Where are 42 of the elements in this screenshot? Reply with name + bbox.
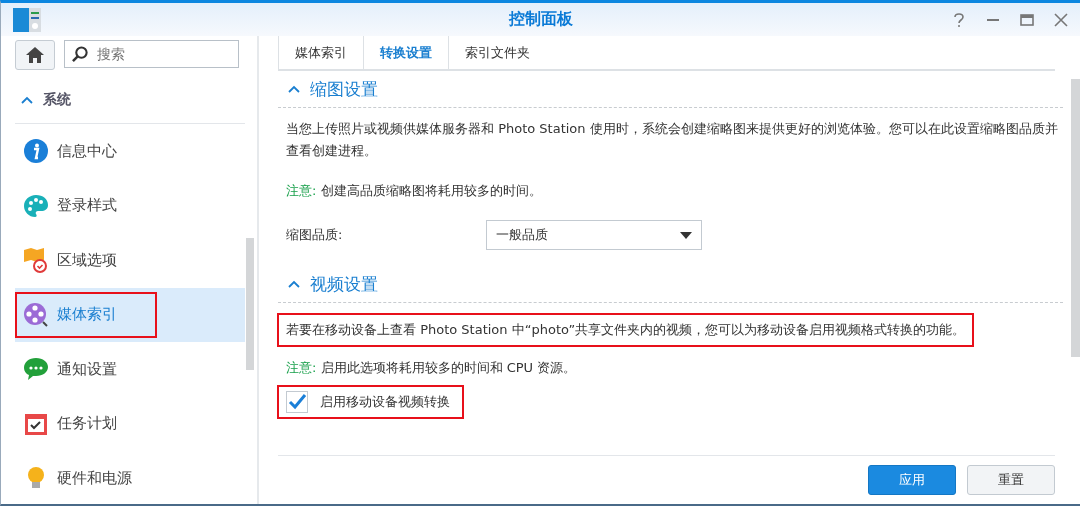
info-icon bbox=[23, 138, 49, 165]
home-button[interactable] bbox=[15, 40, 55, 70]
tab[interactable]: 媒体索引 bbox=[278, 36, 363, 69]
description-text: 若要在移动设备上查看 Photo Station 中“photo”共享文件夹内的视频，您可以为移动设备启用视频格式转换的功能。 bbox=[286, 321, 966, 339]
chevron-up-icon[interactable] bbox=[21, 95, 33, 104]
map-clock-icon bbox=[23, 247, 49, 274]
scrollbar[interactable] bbox=[246, 238, 254, 370]
apply-button[interactable]: 应用 bbox=[868, 465, 956, 495]
home-icon bbox=[25, 46, 45, 64]
quality-dropdown[interactable]: 一般品质 bbox=[486, 220, 702, 250]
film-reel-icon bbox=[23, 301, 49, 328]
checkbox-label[interactable]: 启用移动设备视频转换 bbox=[320, 393, 450, 411]
control-panel-icon bbox=[13, 7, 41, 32]
palette-icon bbox=[23, 192, 49, 219]
sidebar-item[interactable]: 信息中心 bbox=[15, 124, 245, 179]
window-title: 控制面板 bbox=[508, 9, 573, 30]
caret-icon bbox=[680, 231, 692, 239]
checkbox[interactable] bbox=[286, 391, 308, 413]
group-label: 系统 bbox=[43, 90, 71, 109]
close-icon[interactable] bbox=[1054, 12, 1068, 27]
sidebar-item[interactable]: 通知设置 bbox=[15, 342, 245, 397]
sidebar-item[interactable]: 媒体索引 bbox=[15, 287, 245, 342]
sidebar-item[interactable]: 任务计划 bbox=[15, 396, 245, 451]
field-label: 缩图品质: bbox=[286, 226, 344, 244]
section-title: 视频设置 bbox=[310, 272, 378, 296]
description-text: 当您上传照片或视频供媒体服务器和 Photo Station 使用时，系统会创建缩略图来提供更好的浏览体验。您可以在此设置缩略图品质并查看创建进程。 bbox=[286, 120, 1059, 160]
reset-button[interactable]: 重置 bbox=[967, 465, 1055, 495]
chat-icon bbox=[23, 356, 49, 383]
sidebar-item[interactable]: 硬件和电源 bbox=[15, 451, 245, 504]
tab[interactable]: 索引文件夹 bbox=[448, 36, 546, 69]
sidebar-item[interactable]: 登录样式 bbox=[15, 178, 245, 233]
search-field[interactable]: 搜索 bbox=[64, 40, 239, 68]
maximize-icon[interactable] bbox=[1020, 12, 1034, 27]
note-text: 注意: 创建高品质缩略图将耗用较多的时间。 bbox=[286, 182, 543, 200]
chevron-up-icon[interactable] bbox=[288, 85, 300, 93]
sidebar-item[interactable]: 区域选项 bbox=[15, 233, 245, 288]
section-title: 缩图设置 bbox=[310, 77, 378, 101]
help-icon[interactable] bbox=[952, 12, 966, 27]
tab[interactable]: 转换设置 bbox=[363, 36, 448, 69]
scrollbar[interactable] bbox=[1071, 79, 1080, 357]
chevron-up-icon[interactable] bbox=[288, 280, 300, 288]
note-text: 注意: 启用此选项将耗用较多的时间和 CPU 资源。 bbox=[286, 359, 578, 377]
